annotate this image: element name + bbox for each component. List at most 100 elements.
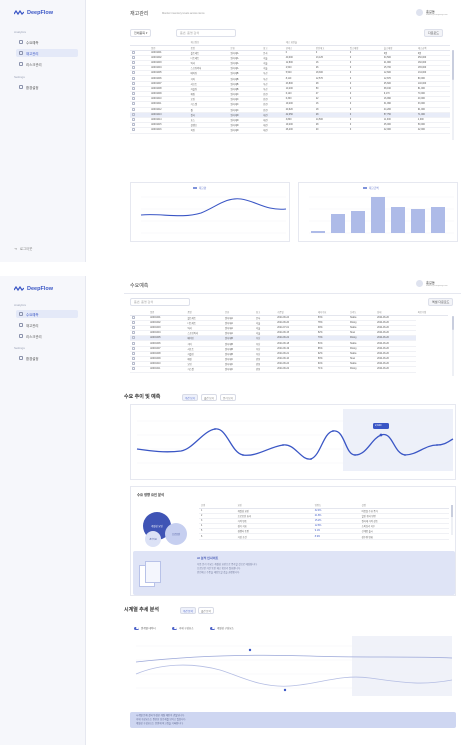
row-checkbox[interactable] bbox=[132, 362, 135, 366]
row-checkbox[interactable] bbox=[132, 320, 135, 324]
brand-logo[interactable]: DeepFlow bbox=[14, 286, 53, 292]
marker-trough bbox=[283, 688, 287, 692]
row-checkbox[interactable] bbox=[132, 336, 135, 340]
table-row[interactable]: A0001016 피팅 원자재D 대전 26,200 20 0 42,000 42,000 bbox=[130, 127, 450, 134]
toggle-switch[interactable] bbox=[172, 626, 177, 630]
inventory-screen: DeepFlow Analytics 수요예측 재고관리 리스크관리 Setti… bbox=[0, 0, 465, 262]
sidebar-item-inventory[interactable]: 재고관리 bbox=[16, 321, 78, 329]
sidebar-item-risk[interactable]: 리스크관리 bbox=[16, 332, 78, 340]
sidebar-item-settings[interactable]: 환경설정 bbox=[16, 354, 78, 362]
search-input[interactable]: 품번, 품명 검색 bbox=[130, 298, 190, 306]
marker-peak bbox=[248, 648, 252, 652]
document-illustration bbox=[139, 561, 163, 589]
sidebar-item-inventory[interactable]: 재고관리 bbox=[16, 49, 78, 57]
alert-icon bbox=[19, 62, 23, 66]
toggle-seasonal[interactable]: 계절성 구성요소 bbox=[210, 626, 234, 630]
tab-weekly[interactable]: 주간 보기 bbox=[182, 394, 198, 402]
trend-title: 수요 추이 및 예측 bbox=[124, 394, 161, 400]
brand-name: DeepFlow bbox=[27, 10, 53, 16]
toggle-switch[interactable] bbox=[210, 626, 215, 630]
row-checkbox[interactable] bbox=[132, 81, 135, 85]
tab-monthly[interactable]: 월간 보기 bbox=[201, 394, 217, 402]
gear-icon bbox=[19, 356, 23, 360]
page-title: 수요예측 bbox=[130, 283, 149, 289]
table-cell: 기상 조건 bbox=[235, 533, 313, 540]
brand-logo[interactable]: DeepFlow bbox=[14, 10, 53, 16]
export-button[interactable]: 다운로드 bbox=[424, 29, 444, 37]
toggle-trend[interactable]: 추세 구성요소 bbox=[172, 626, 194, 630]
row-checkbox[interactable] bbox=[132, 118, 135, 122]
row-checkbox[interactable] bbox=[132, 55, 135, 59]
sidebar-item-risk[interactable]: 리스크관리 bbox=[16, 60, 78, 68]
user-menu[interactable]: 홍길동 admin@company.com bbox=[416, 9, 448, 16]
row-checkbox[interactable] bbox=[132, 107, 135, 111]
export-button[interactable]: 엑셀 다운로드 bbox=[428, 298, 454, 306]
forecast-table: 품번 품명 분류 창고 기준일 예측수요 신뢰도 상태 최종수정 A0001001 볼트세트 원자재… bbox=[130, 310, 448, 373]
insight-body: 다음 분기 수요는 계절성 요인으로 증가할 것으로 예상됩니다. 프로모션 기… bbox=[197, 563, 257, 575]
row-checkbox[interactable] bbox=[132, 50, 135, 54]
row-checkbox[interactable] bbox=[132, 76, 135, 80]
sidebar-item-settings[interactable]: 환경설정 bbox=[16, 83, 78, 91]
table-cell: 인천 bbox=[254, 366, 276, 373]
table-row[interactable]: 6 기상 조건 8.9% 강수량 변화 bbox=[199, 533, 449, 540]
row-checkbox[interactable] bbox=[132, 367, 135, 371]
row-checkbox[interactable] bbox=[132, 112, 135, 116]
toggle-switch[interactable] bbox=[134, 626, 139, 630]
row-checkbox[interactable] bbox=[132, 357, 135, 361]
table-body: 1 계절성 요인 32.4% 여름철 수요 증가 2 프로모션 효과 21.8% 할인 행사 … bbox=[199, 508, 449, 540]
data-point bbox=[404, 454, 406, 456]
filter-select[interactable]: 전체품목 ▾ bbox=[130, 29, 152, 37]
toggle-raw[interactable]: 원계열 데이터 bbox=[134, 626, 156, 630]
wave-icon bbox=[14, 286, 24, 292]
data-point bbox=[379, 433, 383, 437]
logout-button[interactable]: ⇥ 로그아웃 bbox=[14, 246, 32, 252]
line-chart-svg bbox=[140, 196, 287, 234]
row-checkbox[interactable] bbox=[132, 128, 135, 132]
bar bbox=[411, 209, 425, 233]
search-input[interactable]: 품번, 품명 검색 bbox=[176, 29, 236, 37]
table-cell: 대전 bbox=[261, 127, 284, 134]
row-checkbox[interactable] bbox=[132, 331, 135, 335]
row-checkbox[interactable] bbox=[132, 123, 135, 127]
legend-label: 재고량 bbox=[199, 187, 207, 190]
table-scrollbar[interactable] bbox=[452, 50, 454, 140]
row-checkbox[interactable] bbox=[132, 315, 135, 319]
scrollbar-thumb[interactable] bbox=[452, 50, 454, 80]
legend-swatch bbox=[363, 187, 367, 189]
scrollbar-thumb[interactable] bbox=[452, 316, 454, 330]
legend-label: 재고금액 bbox=[369, 187, 379, 190]
table-row[interactable]: A0001011 가스켓 원자재C 인천 2024-06-22 71% Rising 2024… bbox=[130, 366, 448, 373]
chart-icon bbox=[19, 312, 23, 316]
table-scrollbar[interactable] bbox=[452, 316, 454, 376]
user-email: admin@company.com bbox=[426, 14, 448, 16]
row-checkbox[interactable] bbox=[132, 71, 135, 75]
row-checkbox[interactable] bbox=[132, 92, 135, 96]
sidebar-section-label: Settings bbox=[14, 75, 25, 79]
table-cell: 원자재C bbox=[223, 366, 255, 373]
row-checkbox[interactable] bbox=[132, 66, 135, 70]
row-checkbox[interactable] bbox=[132, 102, 135, 106]
data-point bbox=[354, 454, 356, 456]
row-checkbox[interactable] bbox=[132, 325, 135, 329]
table-cell: A0001016 bbox=[149, 127, 189, 134]
tab-monthly-analysis[interactable]: 월간 분석 bbox=[198, 607, 214, 615]
data-point bbox=[242, 454, 244, 456]
logout-icon: ⇥ bbox=[14, 246, 17, 251]
user-menu[interactable]: 홍길동 admin@company.com bbox=[416, 280, 448, 287]
chart-legend: 재고금액 bbox=[363, 186, 379, 190]
bubble-economy: 경기지표 bbox=[145, 531, 161, 547]
tab-weekly-analysis[interactable]: 주간 분석 bbox=[180, 607, 196, 615]
sidebar-section-label: Settings bbox=[14, 346, 25, 350]
sidebar-item-demand[interactable]: 수요예측 bbox=[16, 310, 78, 318]
row-checkbox[interactable] bbox=[132, 86, 135, 90]
factor-scrollbar[interactable] bbox=[451, 505, 453, 535]
table-cell: 강수량 변화 bbox=[359, 533, 449, 540]
sidebar-item-demand[interactable]: 수요예측 bbox=[16, 38, 78, 46]
row-checkbox[interactable] bbox=[132, 351, 135, 355]
tab-quarterly[interactable]: 분기 보기 bbox=[220, 394, 236, 402]
row-checkbox[interactable] bbox=[132, 341, 135, 345]
row-checkbox[interactable] bbox=[132, 346, 135, 350]
row-checkbox[interactable] bbox=[132, 60, 135, 64]
sidebar-item-label: 수요예측 bbox=[26, 40, 39, 45]
row-checkbox[interactable] bbox=[132, 97, 135, 101]
